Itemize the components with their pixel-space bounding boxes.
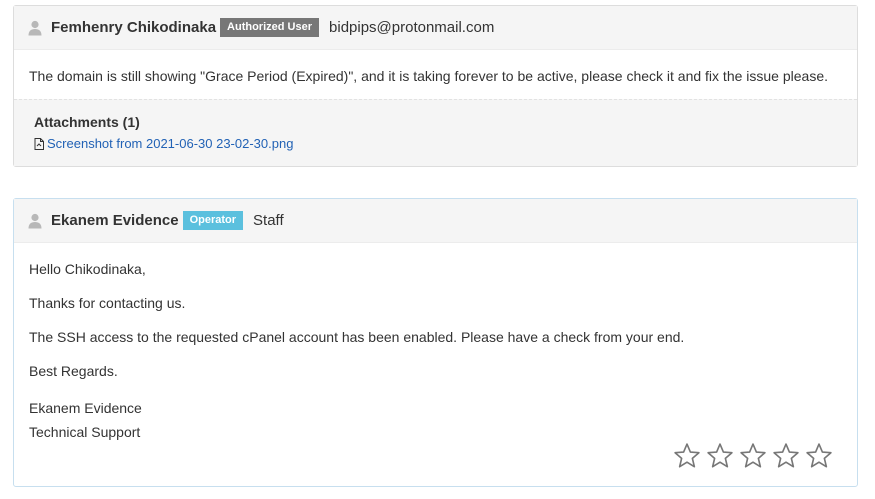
message-header: Ekanem Evidence Operator Staff xyxy=(14,199,857,243)
star-icon[interactable] xyxy=(673,442,701,470)
star-icon[interactable] xyxy=(739,442,767,470)
author-name: Ekanem Evidence xyxy=(51,212,179,229)
message-text: The domain is still showing "Grace Perio… xyxy=(29,68,828,84)
attachment-filename: Screenshot from 2021-06-30 23-02-30.png xyxy=(47,136,294,151)
attachments-section: Attachments (1) Screenshot from 2021-06-… xyxy=(14,99,857,166)
signature-title: Technical Support xyxy=(29,424,141,440)
staff-message: Ekanem Evidence Operator Staff Hello Chi… xyxy=(13,198,858,487)
client-message: Femhenry Chikodinaka Authorized User bid… xyxy=(13,5,858,167)
signature-name: Ekanem Evidence xyxy=(29,400,142,416)
star-icon[interactable] xyxy=(772,442,800,470)
rating-stars xyxy=(673,442,833,470)
message-body: The domain is still showing "Grace Perio… xyxy=(14,50,857,99)
signature: Ekanem Evidence Technical Support xyxy=(29,396,842,444)
attachments-title: Attachments (1) xyxy=(34,114,140,130)
authorized-user-badge: Authorized User xyxy=(220,18,320,37)
message-text: Thanks for contacting us. xyxy=(29,295,186,311)
star-icon[interactable] xyxy=(706,442,734,470)
user-icon xyxy=(28,213,42,229)
file-icon xyxy=(34,137,44,150)
user-icon xyxy=(28,20,42,36)
attachment-link[interactable]: Screenshot from 2021-06-30 23-02-30.png xyxy=(34,136,293,151)
closing-text: Best Regards. xyxy=(29,363,118,379)
author-name: Femhenry Chikodinaka xyxy=(51,19,217,36)
message-header: Femhenry Chikodinaka Authorized User bid… xyxy=(14,6,857,50)
star-icon[interactable] xyxy=(805,442,833,470)
author-role: Staff xyxy=(253,212,284,229)
author-email: bidpips@protonmail.com xyxy=(329,19,495,36)
message-text: The SSH access to the requested cPanel a… xyxy=(29,329,685,345)
greeting-text: Hello Chikodinaka, xyxy=(29,261,146,277)
operator-badge: Operator xyxy=(182,211,244,230)
message-body: Hello Chikodinaka, Thanks for contacting… xyxy=(14,243,857,444)
